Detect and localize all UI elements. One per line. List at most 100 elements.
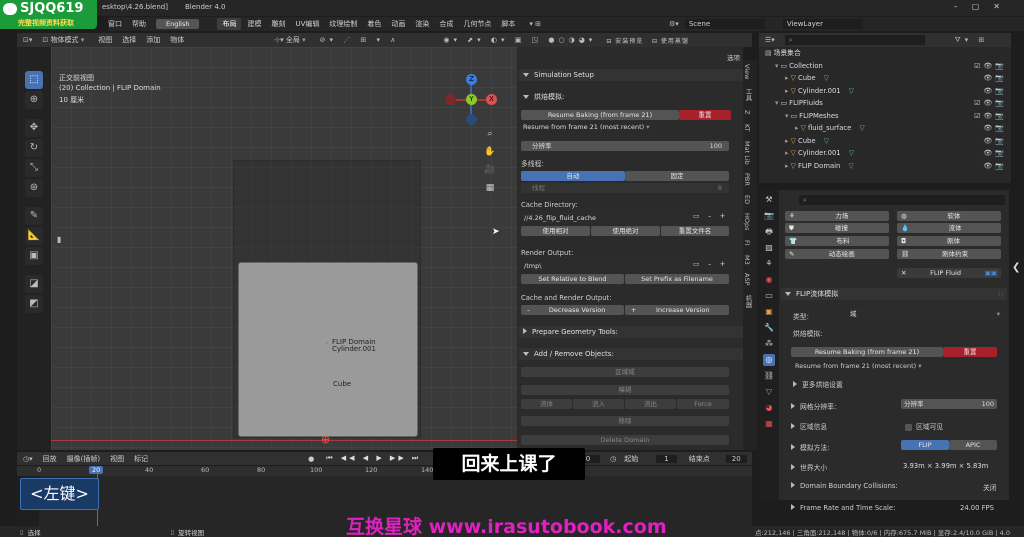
flip-domain-header[interactable]: FLIP流体模拟 ∷ bbox=[781, 288, 1007, 300]
start-field[interactable]: 1 bbox=[656, 454, 677, 463]
constraints-props-icon[interactable]: ⛓ bbox=[763, 370, 775, 382]
physics-reset-button[interactable]: 重置 bbox=[943, 347, 997, 357]
world-props-icon[interactable]: ◉ bbox=[763, 274, 775, 286]
record-icon[interactable]: ● bbox=[308, 455, 314, 463]
outliner-row[interactable]: ▾ ▭ FLIPFluids ☑👁📷 bbox=[759, 97, 1011, 110]
workspace-compositing[interactable]: 合成 bbox=[439, 19, 453, 29]
workspace-sculpt[interactable]: 雕刻 bbox=[271, 19, 285, 29]
workspace-uv[interactable]: UV编辑 bbox=[295, 19, 319, 29]
scene-props-icon[interactable]: ⚘ bbox=[763, 258, 775, 270]
scale-tool-icon[interactable]: ⤡ bbox=[25, 159, 43, 177]
render-output-input[interactable]: /tmp\ bbox=[521, 261, 689, 271]
timeline-ruler[interactable]: 0 20 40 60 80 100 120 140 bbox=[17, 466, 752, 476]
menu-keying[interactable]: 摄像(插帧) bbox=[67, 454, 100, 464]
move-tool-icon[interactable]: ✥ bbox=[25, 119, 43, 137]
visibility-icons[interactable]: 👁📷 bbox=[983, 85, 1007, 98]
editor-type-icon[interactable]: ⊡▾ bbox=[23, 36, 32, 44]
gizmo-y-axis[interactable]: Y bbox=[466, 94, 477, 105]
tab-pbr[interactable]: PBR bbox=[743, 169, 751, 192]
panel-options[interactable]: 选项 bbox=[727, 52, 740, 62]
menu-select[interactable]: 选择 bbox=[122, 35, 136, 45]
increase-version-button[interactable]: + Increase Version bbox=[625, 305, 729, 315]
resume-baking-button[interactable]: Resume Baking (from frame 21) bbox=[521, 110, 679, 120]
sim-method-row[interactable]: 模拟方法: bbox=[791, 442, 829, 452]
viewport-gizmo-icons[interactable]: ◉▾ ⬈▾ ◐▾ ▣ ◳ ●○◑◕▾ bbox=[443, 36, 596, 44]
tab-view[interactable]: View bbox=[743, 60, 751, 85]
more-bake-settings[interactable]: 更多烘焙设置 bbox=[793, 379, 843, 389]
select-box-tool-icon[interactable]: ⬚ bbox=[25, 71, 43, 89]
resolution-field[interactable]: 分辨率 100 bbox=[521, 141, 729, 151]
add-outflow-button[interactable]: 流出 bbox=[625, 399, 676, 409]
outliner-row[interactable]: ▾ ▭ FLIPMeshes ☑👁📷 bbox=[759, 110, 1011, 123]
boundary-collisions-row[interactable]: Domain Boundary Collisions: bbox=[791, 482, 898, 490]
outliner-row[interactable]: ▸ ▽ fluid_surface ▽ 👁📷 bbox=[759, 122, 1011, 135]
zoom-icon[interactable]: ⌕ bbox=[482, 129, 498, 147]
frame-rate-row[interactable]: Frame Rate and Time Scale: bbox=[791, 504, 895, 512]
use-relative-button[interactable]: 使用相对 bbox=[521, 226, 590, 236]
force-field-button[interactable]: ⚘ 力场 bbox=[785, 211, 889, 221]
physics-props-icon[interactable]: ◎ bbox=[763, 354, 775, 366]
transform-tool-icon[interactable]: ⊛ bbox=[25, 179, 43, 197]
workspace-geometry-nodes[interactable]: 几何节点 bbox=[463, 19, 491, 29]
type-dropdown[interactable]: 域 ▾ bbox=[847, 309, 1003, 319]
flip-method-button[interactable]: FLIP bbox=[901, 440, 949, 450]
tab-ed[interactable]: ED bbox=[743, 191, 751, 210]
view-layer-selector[interactable]: ViewLayer bbox=[782, 19, 863, 29]
outliner-row[interactable]: ▾ ▭ Collection ☑👁📷 bbox=[759, 60, 1011, 73]
use-absolute-button[interactable]: 使用绝对 bbox=[591, 226, 660, 236]
language-button[interactable]: English bbox=[156, 19, 200, 29]
rename-file-button[interactable]: 重置文件名 bbox=[661, 226, 729, 236]
tab-machine[interactable]: 机器 bbox=[743, 291, 753, 313]
menu-add[interactable]: 添加 bbox=[146, 35, 160, 45]
visibility-icons[interactable]: ☑👁📷 bbox=[974, 110, 1007, 123]
workspace-shading[interactable]: 着色 bbox=[367, 19, 381, 29]
menu-view[interactable]: 视图 bbox=[98, 35, 112, 45]
cache-dir-input[interactable]: //4.26_flip_fluid_cache bbox=[521, 213, 689, 223]
domain-visible-checkbox[interactable]: 区域可见 bbox=[905, 421, 943, 431]
boxcutter-tool-icon[interactable]: ◩ bbox=[25, 295, 43, 313]
menu-playback[interactable]: 回放 bbox=[43, 454, 57, 464]
annotate-tool-icon[interactable]: ✎ bbox=[25, 207, 43, 225]
transform-orientation[interactable]: ⊹▾ 全局 ▾ bbox=[274, 35, 305, 45]
navigation-gizmo[interactable]: Z Y X bbox=[445, 74, 497, 125]
render-output-icons[interactable]: ▭ – + bbox=[693, 260, 728, 268]
workspace-render[interactable]: 渲染 bbox=[415, 19, 429, 29]
flip-fluid-button[interactable]: ✕ FLIP Fluid ▣▣ bbox=[897, 268, 1001, 278]
menu-marker[interactable]: 标记 bbox=[134, 454, 148, 464]
texture-props-icon[interactable]: ▦ bbox=[763, 418, 775, 430]
cube-object[interactable] bbox=[238, 262, 418, 437]
outliner-filter-icon[interactable]: ⛛▾ ⊞ bbox=[955, 36, 988, 45]
workspace-animation[interactable]: 动画 bbox=[391, 19, 405, 29]
output-props-icon[interactable]: 🖶 bbox=[763, 226, 775, 238]
gizmo-neg-x[interactable] bbox=[445, 94, 456, 105]
visibility-icons[interactable]: ☑👁📷 bbox=[974, 60, 1007, 73]
tab-tools[interactable]: 工具 bbox=[743, 84, 753, 107]
add-domain-button[interactable]: 区域域 bbox=[521, 367, 729, 377]
set-relative-button[interactable]: Set Relative to Blend bbox=[521, 274, 624, 284]
visibility-icons[interactable]: ☑👁📷 bbox=[974, 97, 1007, 110]
apic-method-button[interactable]: APIC bbox=[949, 440, 997, 450]
tab-hops[interactable]: HOps bbox=[743, 209, 751, 236]
hops-tool-icon[interactable]: ◪ bbox=[25, 275, 43, 293]
menu-window[interactable]: 窗口 bbox=[108, 19, 122, 29]
workspace-add-icon[interactable]: ▾ ⊞ bbox=[529, 20, 541, 28]
tab-asp[interactable]: ASP bbox=[743, 269, 751, 291]
end-field[interactable]: 20 bbox=[725, 454, 747, 463]
tab-z[interactable]: Z bbox=[743, 106, 751, 120]
modifier-props-icon[interactable]: 🔧 bbox=[763, 322, 775, 334]
add-fluid-button[interactable]: 流体 bbox=[521, 399, 572, 409]
add-cube-tool-icon[interactable]: ▣ bbox=[25, 247, 43, 265]
visibility-icons[interactable]: 👁📷 bbox=[983, 122, 1007, 135]
cursor-tool-icon[interactable]: ⊕ bbox=[25, 91, 43, 109]
outliner-row[interactable]: ▸ ▽ Cube ▽ 👁📷 bbox=[759, 135, 1011, 148]
collision-button[interactable]: ⛊ 碰撞 bbox=[785, 223, 889, 233]
playback-controls[interactable]: ⏮ ◀◀ ◀ ▶ ▶▶ ⏭ bbox=[326, 454, 421, 463]
gizmo-z-axis[interactable]: Z bbox=[466, 74, 477, 85]
set-prefix-button[interactable]: Set Prefix as Filename bbox=[625, 274, 729, 284]
camera-icon[interactable]: 🎥 bbox=[482, 165, 498, 183]
workspace-scripting[interactable]: 脚本 bbox=[501, 19, 515, 29]
collection-props-icon[interactable]: ▭ bbox=[763, 290, 775, 302]
tab-fi[interactable]: FI bbox=[743, 236, 751, 251]
scene-selector[interactable]: Scene bbox=[684, 19, 765, 29]
rigid-body-button[interactable]: ◘ 刚体 bbox=[897, 236, 1001, 246]
